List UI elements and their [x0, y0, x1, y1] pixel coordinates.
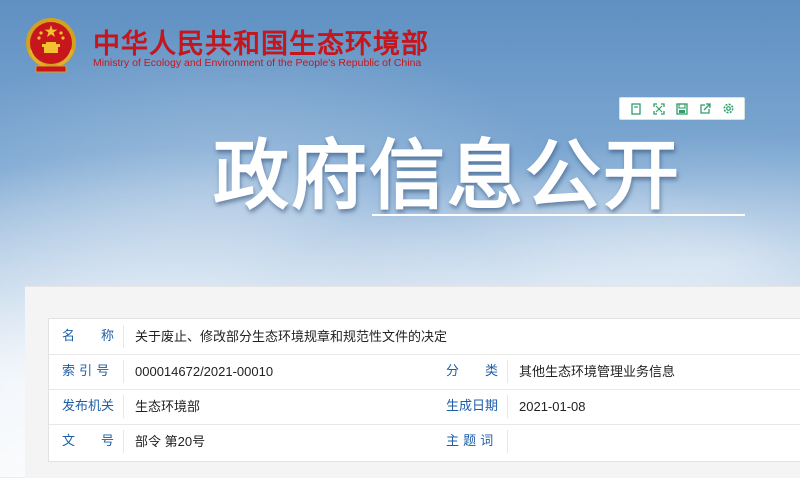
divider — [123, 430, 124, 453]
national-emblem-icon — [26, 18, 76, 73]
category-label: 分 类 — [446, 364, 499, 379]
settings-icon[interactable] — [720, 101, 736, 117]
info-row-issuer: 发布机关 生态环境部 生成日期 2021-01-08 — [49, 389, 800, 425]
divider — [507, 430, 508, 453]
document-info-table: 名 称 关于废止、修改部分生态环境规章和规范性文件的决定 索 引 号 00001… — [48, 318, 800, 462]
issuer-label: 发布机关 — [62, 399, 115, 414]
hero-title: 政府信息公开 — [213, 131, 681, 220]
brand-title-cn: 中华人民共和国生态环境部 — [93, 29, 429, 60]
docno-value: 部令 第20号 — [135, 434, 206, 449]
index-value: 000014672/2021-00010 — [135, 364, 274, 379]
divider — [123, 395, 124, 418]
date-value: 2021-01-08 — [519, 399, 586, 414]
date-label: 生成日期 — [446, 399, 499, 414]
index-label: 索 引 号 — [62, 364, 110, 379]
share-icon[interactable] — [697, 101, 713, 117]
info-row-name: 名 称 关于废止、修改部分生态环境规章和规范性文件的决定 — [49, 319, 800, 355]
divider — [123, 360, 124, 383]
divider — [123, 325, 124, 348]
hero-divider — [372, 214, 745, 216]
issuer-value: 生态环境部 — [135, 399, 201, 414]
divider — [507, 360, 508, 383]
info-row-index: 索 引 号 000014672/2021-00010 分 类 其他生态环境管理业… — [49, 354, 800, 390]
brand-title-en: Ministry of Ecology and Environment of t… — [93, 57, 422, 69]
category-value: 其他生态环境管理业务信息 — [519, 364, 676, 379]
subject-label: 主 题 词 — [446, 434, 494, 449]
name-label: 名 称 — [62, 329, 115, 344]
info-row-docno: 文 号 部令 第20号 主 题 词 — [49, 424, 800, 459]
name-value: 关于废止、修改部分生态环境规章和规范性文件的决定 — [135, 329, 448, 344]
divider — [507, 395, 508, 418]
docno-label: 文 号 — [62, 434, 115, 449]
